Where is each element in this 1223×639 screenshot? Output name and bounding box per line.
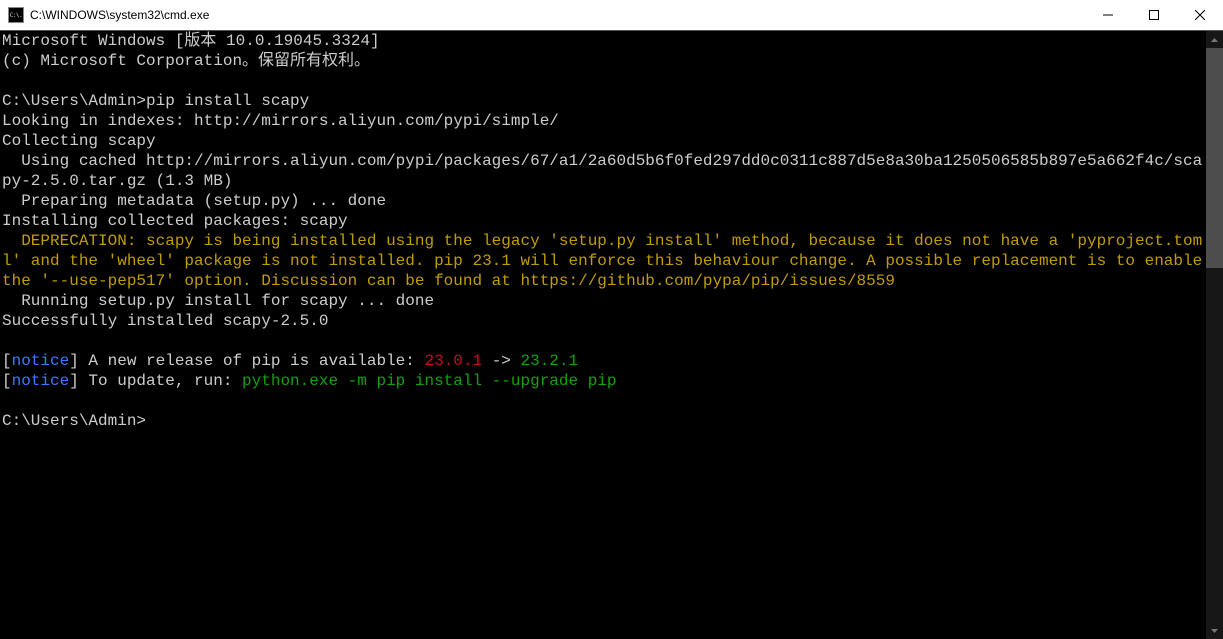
terminal-text-segment: -> <box>482 352 520 370</box>
terminal-text-segment: [ <box>2 352 12 370</box>
window-titlebar[interactable]: C:\. C:\WINDOWS\system32\cmd.exe <box>0 0 1223 31</box>
terminal-line: DEPRECATION: scapy is being installed us… <box>2 231 1204 291</box>
terminal-text-segment: Successfully installed scapy-2.5.0 <box>2 312 328 330</box>
terminal-line: C:\Users\Admin>pip install scapy <box>2 91 1204 111</box>
chevron-down-icon <box>1211 629 1218 633</box>
terminal-line: [notice] To update, run: python.exe -m p… <box>2 371 1204 391</box>
terminal-line: C:\Users\Admin> <box>2 411 1204 431</box>
terminal-text-segment: notice <box>12 352 70 370</box>
terminal-text-segment: Installing collected packages: scapy <box>2 212 348 230</box>
scrollbar[interactable] <box>1206 31 1223 639</box>
scroll-thumb[interactable] <box>1206 48 1223 268</box>
terminal-line: Microsoft Windows [版本 10.0.19045.3324] <box>2 31 1204 51</box>
terminal-line: [notice] A new release of pip is availab… <box>2 351 1204 371</box>
terminal-text-segment: C:\Users\Admin> <box>2 412 146 430</box>
terminal-line: Preparing metadata (setup.py) ... done <box>2 191 1204 211</box>
terminal-line <box>2 71 1204 91</box>
window-title: C:\WINDOWS\system32\cmd.exe <box>30 8 1085 22</box>
scroll-up-button[interactable] <box>1206 31 1223 48</box>
terminal-line: (c) Microsoft Corporation。保留所有权利。 <box>2 51 1204 71</box>
maximize-button[interactable] <box>1131 0 1177 30</box>
terminal-area: Microsoft Windows [版本 10.0.19045.3324] (c… <box>0 31 1223 639</box>
terminal-text-segment: Using cached http://mirrors.aliyun.com/p… <box>2 152 1202 190</box>
close-icon <box>1195 10 1205 20</box>
terminal-line: Successfully installed scapy-2.5.0 <box>2 311 1204 331</box>
terminal-line: Collecting scapy <box>2 131 1204 151</box>
terminal-text-segment: python.exe -m pip install --upgrade pip <box>242 372 616 390</box>
maximize-icon <box>1149 10 1159 20</box>
terminal-text-segment: 23.0.1 <box>424 352 482 370</box>
minimize-icon <box>1103 10 1113 20</box>
scroll-track[interactable] <box>1206 48 1223 622</box>
terminal-line: Using cached http://mirrors.aliyun.com/p… <box>2 151 1204 191</box>
scroll-down-button[interactable] <box>1206 622 1223 639</box>
terminal-line: Running setup.py install for scapy ... d… <box>2 291 1204 311</box>
terminal-text-segment: Preparing metadata (setup.py) ... done <box>2 192 386 210</box>
terminal-line <box>2 391 1204 411</box>
terminal-text-segment: Running setup.py install for scapy ... d… <box>2 292 434 310</box>
terminal-text-segment: notice <box>12 372 70 390</box>
terminal-text-segment: [ <box>2 372 12 390</box>
terminal-text-segment: C:\Users\Admin>pip install scapy <box>2 92 309 110</box>
terminal-text-segment: Looking in indexes: http://mirrors.aliyu… <box>2 112 559 130</box>
terminal-line: Installing collected packages: scapy <box>2 211 1204 231</box>
terminal-text-segment: 23.2.1 <box>521 352 579 370</box>
terminal-text-segment: ] A new release of pip is available: <box>69 352 424 370</box>
terminal-line <box>2 331 1204 351</box>
terminal-text-segment: (c) Microsoft Corporation。保留所有权利。 <box>2 52 370 70</box>
chevron-up-icon <box>1211 38 1218 42</box>
terminal-line: Looking in indexes: http://mirrors.aliyu… <box>2 111 1204 131</box>
terminal-text-segment: Microsoft Windows [版本 10.0.19045.3324] <box>2 32 380 50</box>
terminal-text-segment: ] To update, run: <box>69 372 242 390</box>
window-controls <box>1085 0 1223 30</box>
minimize-button[interactable] <box>1085 0 1131 30</box>
close-button[interactable] <box>1177 0 1223 30</box>
cmd-icon: C:\. <box>8 7 24 23</box>
terminal-text-segment: DEPRECATION: scapy is being installed us… <box>2 232 1206 290</box>
terminal-output[interactable]: Microsoft Windows [版本 10.0.19045.3324] (c… <box>0 31 1206 639</box>
terminal-text-segment: Collecting scapy <box>2 132 156 150</box>
